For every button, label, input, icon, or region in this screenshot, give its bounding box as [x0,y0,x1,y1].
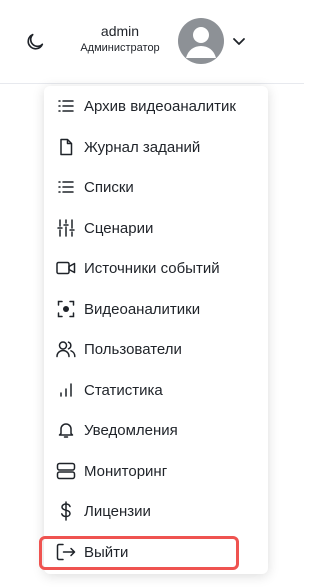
menu-item-label: Списки [84,178,134,196]
menu-item-label: Уведомления [84,421,178,439]
bar-chart-icon [56,380,76,400]
focus-icon [56,299,76,319]
menu-item-label: Выйти [84,543,129,561]
menu-item-label: Источники событий [84,259,220,277]
menu-item-logout[interactable]: Выйти [44,532,268,572]
moon-icon[interactable] [22,29,48,55]
user-role: Администратор [80,42,160,54]
menu-item-label: Журнал заданий [84,138,201,156]
menu-item-label: Архив видеоаналитик [84,97,236,115]
menu-item-notifications[interactable]: Уведомления [44,410,268,450]
sliders-icon [56,218,76,238]
server-icon [56,461,76,481]
list-icon [56,96,76,116]
menu-item-video-analytics[interactable]: Видеоаналитики [44,289,268,329]
menu-item-label: Мониторинг [84,462,168,480]
dollar-icon [56,501,76,521]
menu-item-users[interactable]: Пользователи [44,329,268,369]
user-name: admin [100,23,140,39]
menu-item-licenses[interactable]: Лицензии [44,491,268,531]
menu-item-label: Видеоаналитики [84,300,201,318]
user-avatar-icon[interactable] [178,18,224,64]
menu-item-statistics[interactable]: Статистика [44,370,268,410]
menu-item-task-journal[interactable]: Журнал заданий [44,127,268,167]
menu-item-label: Лицензии [84,502,151,520]
users-icon [56,339,76,359]
user-info[interactable]: admin Администратор [72,22,168,56]
menu-item-monitoring[interactable]: Мониторинг [44,451,268,491]
video-camera-icon [56,258,76,278]
top-header: admin Администратор [0,0,304,84]
menu-item-label: Пользователи [84,340,182,358]
chevron-down-icon[interactable] [230,32,248,50]
menu-item-video-analytics-archive[interactable]: Архив видеоаналитик [44,86,268,126]
logout-icon [56,542,76,562]
bell-icon [56,420,76,440]
list-icon [56,177,76,197]
menu-item-event-sources[interactable]: Источники событий [44,248,268,288]
user-dropdown-menu: Архив видеоаналитик Журнал заданий Списк… [39,86,268,574]
menu-item-lists[interactable]: Списки [44,167,268,207]
menu-item-scenarios[interactable]: Сценарии [44,208,268,248]
menu-item-label: Статистика [84,381,163,399]
menu-item-label: Сценарии [84,219,154,237]
document-icon [56,137,76,157]
